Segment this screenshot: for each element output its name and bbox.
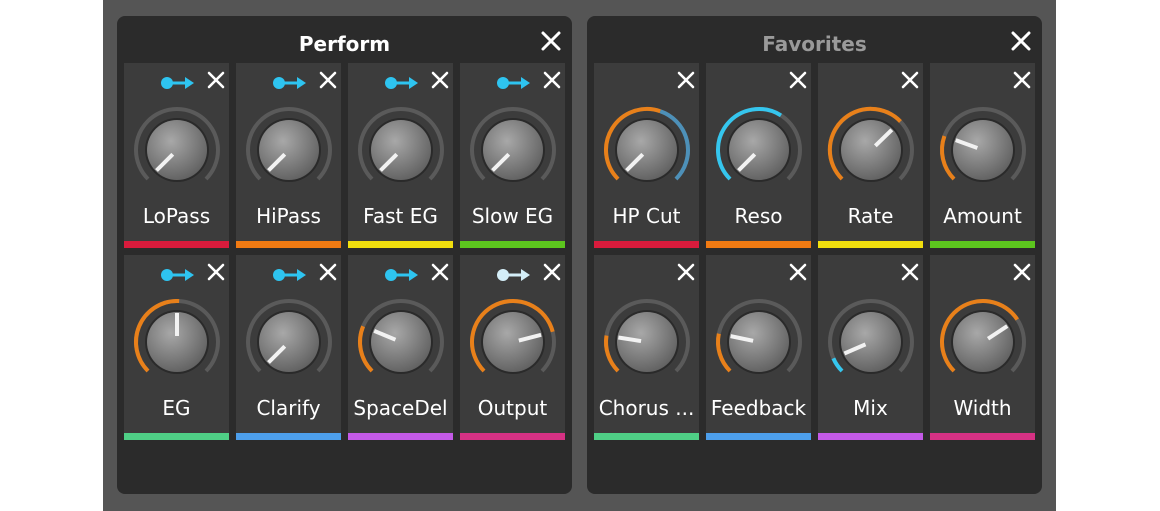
knob-cell-reso: Reso bbox=[706, 63, 811, 248]
close-icon[interactable] bbox=[677, 71, 695, 89]
favorites-panel: Favorites HP Cut Reso Rate Amount Chorus ...… bbox=[587, 16, 1042, 494]
close-icon[interactable] bbox=[207, 263, 225, 281]
close-icon[interactable] bbox=[901, 71, 919, 89]
close-icon[interactable] bbox=[677, 263, 695, 281]
knob-cell-mix: Mix bbox=[818, 255, 923, 440]
knob-cell-fast-eg: Fast EG bbox=[348, 63, 453, 248]
color-bar bbox=[124, 433, 229, 440]
close-icon[interactable] bbox=[431, 263, 449, 281]
panel-title: Perform bbox=[298, 32, 391, 56]
knob-amount[interactable] bbox=[938, 105, 1028, 195]
arrow-right-icon[interactable] bbox=[160, 267, 196, 283]
close-icon[interactable] bbox=[1013, 263, 1031, 281]
arrow-right-icon[interactable] bbox=[384, 75, 420, 91]
knob-cell-spacedel: SpaceDel bbox=[348, 255, 453, 440]
knob-cell-hipass: HiPass bbox=[236, 63, 341, 248]
knob-cell-chorus: Chorus ... bbox=[594, 255, 699, 440]
arrow-right-icon[interactable] bbox=[496, 267, 532, 283]
close-icon[interactable] bbox=[1010, 30, 1032, 52]
knob-cell-eg: EG bbox=[124, 255, 229, 440]
knob-label: Feedback bbox=[710, 396, 807, 420]
knob-rate[interactable] bbox=[826, 105, 916, 195]
plugin-window: Perform LoPass HiPass Fast EG Slow EG EG Clar… bbox=[103, 0, 1056, 511]
color-bar bbox=[236, 433, 341, 440]
color-bar bbox=[460, 241, 565, 248]
color-bar bbox=[236, 241, 341, 248]
knob-hipass[interactable] bbox=[244, 105, 334, 195]
knob-width[interactable] bbox=[938, 297, 1028, 387]
knob-cell-amount: Amount bbox=[930, 63, 1035, 248]
close-icon[interactable] bbox=[319, 263, 337, 281]
close-icon[interactable] bbox=[789, 263, 807, 281]
knob-cell-rate: Rate bbox=[818, 63, 923, 248]
knob-label: Mix bbox=[853, 396, 888, 420]
knob-eg[interactable] bbox=[132, 297, 222, 387]
knob-cell-feedback: Feedback bbox=[706, 255, 811, 440]
knob-label: Slow EG bbox=[471, 204, 554, 228]
panel-title: Favorites bbox=[762, 32, 867, 56]
color-bar bbox=[594, 433, 699, 440]
close-icon[interactable] bbox=[789, 71, 807, 89]
knob-label: Clarify bbox=[256, 396, 321, 420]
knob-reso[interactable] bbox=[714, 105, 804, 195]
knob-hp-cut[interactable] bbox=[602, 105, 692, 195]
knob-cell-hp-cut: HP Cut bbox=[594, 63, 699, 248]
knob-label: Reso bbox=[734, 204, 783, 228]
knob-label: EG bbox=[162, 396, 191, 420]
knob-fast-eg[interactable] bbox=[356, 105, 446, 195]
knob-label: Amount bbox=[943, 204, 1022, 228]
color-bar bbox=[818, 433, 923, 440]
close-icon[interactable] bbox=[540, 30, 562, 52]
arrow-right-icon[interactable] bbox=[272, 75, 308, 91]
close-icon[interactable] bbox=[431, 71, 449, 89]
knob-label: SpaceDel bbox=[353, 396, 448, 420]
color-bar bbox=[706, 241, 811, 248]
color-bar bbox=[594, 241, 699, 248]
knob-spacedel[interactable] bbox=[356, 297, 446, 387]
knob-cell-slow-eg: Slow EG bbox=[460, 63, 565, 248]
color-bar bbox=[818, 241, 923, 248]
color-bar bbox=[124, 241, 229, 248]
knob-slow-eg[interactable] bbox=[468, 105, 558, 195]
knob-lopass[interactable] bbox=[132, 105, 222, 195]
color-bar bbox=[348, 433, 453, 440]
color-bar bbox=[930, 433, 1035, 440]
arrow-right-icon[interactable] bbox=[496, 75, 532, 91]
color-bar bbox=[930, 241, 1035, 248]
knob-label: HP Cut bbox=[612, 204, 681, 228]
knob-label: Output bbox=[477, 396, 548, 420]
knob-label: HiPass bbox=[256, 204, 321, 228]
arrow-right-icon[interactable] bbox=[384, 267, 420, 283]
color-bar bbox=[348, 241, 453, 248]
knob-cell-lopass: LoPass bbox=[124, 63, 229, 248]
knob-chorus[interactable] bbox=[602, 297, 692, 387]
knob-mix[interactable] bbox=[826, 297, 916, 387]
knob-label: Fast EG bbox=[363, 204, 438, 228]
knob-label: LoPass bbox=[142, 204, 211, 228]
close-icon[interactable] bbox=[207, 71, 225, 89]
color-bar bbox=[460, 433, 565, 440]
perform-panel: Perform LoPass HiPass Fast EG Slow EG EG Clar… bbox=[117, 16, 572, 494]
knob-label: Rate bbox=[847, 204, 894, 228]
arrow-right-icon[interactable] bbox=[160, 75, 196, 91]
knob-feedback[interactable] bbox=[714, 297, 804, 387]
arrow-right-icon[interactable] bbox=[272, 267, 308, 283]
close-icon[interactable] bbox=[543, 263, 561, 281]
knob-cell-output: Output bbox=[460, 255, 565, 440]
knob-label: Chorus ... bbox=[598, 396, 695, 420]
close-icon[interactable] bbox=[1013, 71, 1031, 89]
color-bar bbox=[706, 433, 811, 440]
knob-clarify[interactable] bbox=[244, 297, 334, 387]
knob-cell-clarify: Clarify bbox=[236, 255, 341, 440]
close-icon[interactable] bbox=[319, 71, 337, 89]
close-icon[interactable] bbox=[543, 71, 561, 89]
knob-output[interactable] bbox=[468, 297, 558, 387]
knob-cell-width: Width bbox=[930, 255, 1035, 440]
knob-label: Width bbox=[953, 396, 1012, 420]
close-icon[interactable] bbox=[901, 263, 919, 281]
